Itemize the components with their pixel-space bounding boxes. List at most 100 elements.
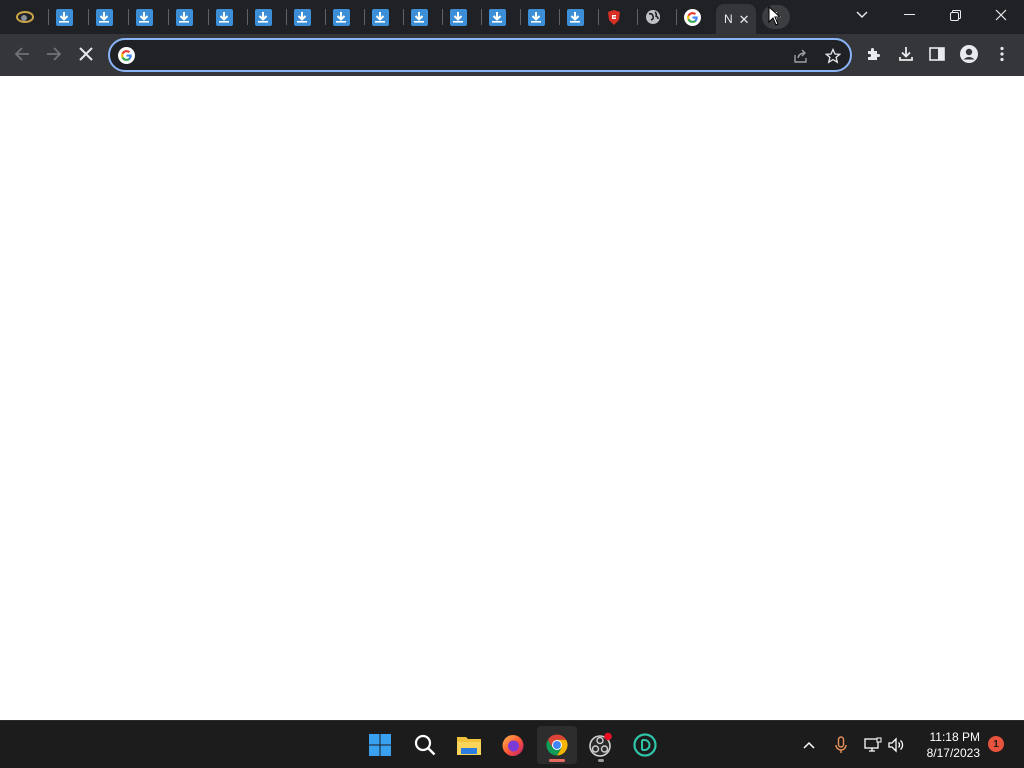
taskbar: 11:18 PM 8/17/2023 (0, 720, 1024, 768)
download-favicon-icon (332, 8, 350, 26)
extensions-button[interactable] (859, 39, 889, 69)
tab-download[interactable] (244, 4, 282, 30)
page-content[interactable] (0, 76, 1024, 720)
firefox-icon (502, 735, 524, 756)
tab-download[interactable] (205, 4, 243, 30)
profile-button[interactable] (954, 39, 984, 69)
file-explorer-icon (457, 737, 481, 755)
download-favicon-icon (449, 8, 467, 26)
side-panel-button[interactable] (922, 39, 952, 69)
show-hidden-icons-button[interactable] (798, 733, 820, 757)
forward-arrow-icon (47, 47, 62, 61)
clock-date: 8/17/2023 (926, 746, 980, 760)
taskbar-edge-dev[interactable] (625, 726, 665, 764)
search-icon (414, 734, 436, 756)
download-favicon-icon (566, 8, 584, 26)
tab-globe[interactable] (634, 4, 672, 30)
download-favicon-icon (488, 8, 506, 26)
taskbar-firefox[interactable] (493, 726, 533, 764)
chrome-menu-button[interactable] (987, 39, 1017, 69)
share-button[interactable] (790, 45, 812, 67)
share-icon (794, 49, 807, 63)
tab-download[interactable] (283, 4, 321, 30)
microphone-icon (835, 736, 847, 753)
tab-download[interactable] (45, 4, 83, 30)
download-favicon-icon (293, 8, 311, 26)
speaker-icon (888, 737, 904, 753)
minimize-icon (903, 14, 915, 15)
volume-tray-button[interactable] (885, 733, 907, 757)
globe-favicon-icon (646, 10, 660, 24)
download-favicon-icon (175, 8, 193, 26)
minimize-button[interactable] (886, 0, 932, 30)
notification-badge[interactable]: 1 (988, 736, 1004, 752)
stop-loading-button[interactable] (71, 39, 101, 69)
clock-time: 11:18 PM (929, 730, 980, 744)
start-icon (369, 734, 391, 756)
edge-dev-icon (633, 733, 657, 757)
download-favicon-icon (410, 8, 428, 26)
tab-active-title: N (724, 12, 733, 26)
taskbar-file-explorer[interactable] (449, 726, 489, 764)
side-panel-icon (929, 47, 945, 61)
back-arrow-icon (14, 47, 29, 61)
restore-button[interactable] (932, 0, 978, 30)
active-app-indicator (549, 759, 565, 762)
download-favicon-icon (371, 8, 389, 26)
tab-google[interactable] (673, 4, 711, 30)
tab-shield[interactable] (595, 4, 633, 30)
bookmark-button[interactable] (822, 45, 844, 67)
downloads-button[interactable] (891, 39, 921, 69)
tab-download[interactable] (517, 4, 555, 30)
taskbar-search-button[interactable] (405, 726, 445, 764)
download-favicon-icon (254, 8, 272, 26)
close-window-button[interactable] (978, 0, 1024, 30)
puzzle-icon (868, 48, 880, 60)
mouse-cursor-icon (768, 6, 782, 26)
forward-button[interactable] (39, 39, 69, 69)
download-icon (899, 47, 913, 61)
taskbar-chrome[interactable] (537, 726, 577, 764)
chevron-down-icon (856, 11, 868, 18)
taskbar-obs[interactable] (581, 726, 621, 764)
tab-download[interactable] (439, 4, 477, 30)
start-button[interactable] (360, 726, 400, 764)
more-vert-icon (1000, 46, 1004, 62)
running-app-indicator (598, 759, 604, 762)
tab-download[interactable] (478, 4, 516, 30)
download-favicon-icon (95, 8, 113, 26)
google-favicon-icon (683, 8, 701, 26)
address-bar[interactable] (108, 38, 852, 72)
tab-active[interactable]: N ✕ (716, 4, 756, 34)
star-icon (825, 48, 841, 64)
tab-download[interactable] (165, 4, 203, 30)
download-favicon-icon (55, 8, 73, 26)
tab-download[interactable] (125, 4, 163, 30)
google-icon (118, 47, 135, 64)
network-tray-button[interactable] (862, 733, 884, 757)
close-icon (995, 9, 1007, 21)
close-icon (79, 47, 93, 61)
restore-icon (949, 9, 961, 21)
tab-download[interactable] (322, 4, 360, 30)
tab-search-button[interactable] (840, 0, 884, 30)
tab-download[interactable] (556, 4, 594, 30)
download-favicon-icon (527, 8, 545, 26)
obs-icon (589, 732, 612, 757)
tab-tool[interactable] (6, 4, 44, 30)
tab-download[interactable] (400, 4, 438, 30)
browser-toolbar (0, 34, 1024, 76)
chevron-up-icon (803, 741, 815, 749)
system-clock[interactable]: 11:18 PM 8/17/2023 (916, 729, 980, 761)
back-button[interactable] (7, 39, 37, 69)
network-icon (864, 737, 882, 752)
tab-strip: N ✕ (0, 0, 1024, 34)
shield-favicon-icon (608, 9, 620, 25)
tab-download[interactable] (361, 4, 399, 30)
tool-favicon-icon (16, 11, 34, 23)
tab-close-icon[interactable]: ✕ (739, 13, 750, 26)
profile-avatar-icon (960, 45, 978, 63)
microphone-tray-button[interactable] (830, 733, 852, 757)
tab-download[interactable] (85, 4, 123, 30)
address-input[interactable] (148, 46, 748, 66)
